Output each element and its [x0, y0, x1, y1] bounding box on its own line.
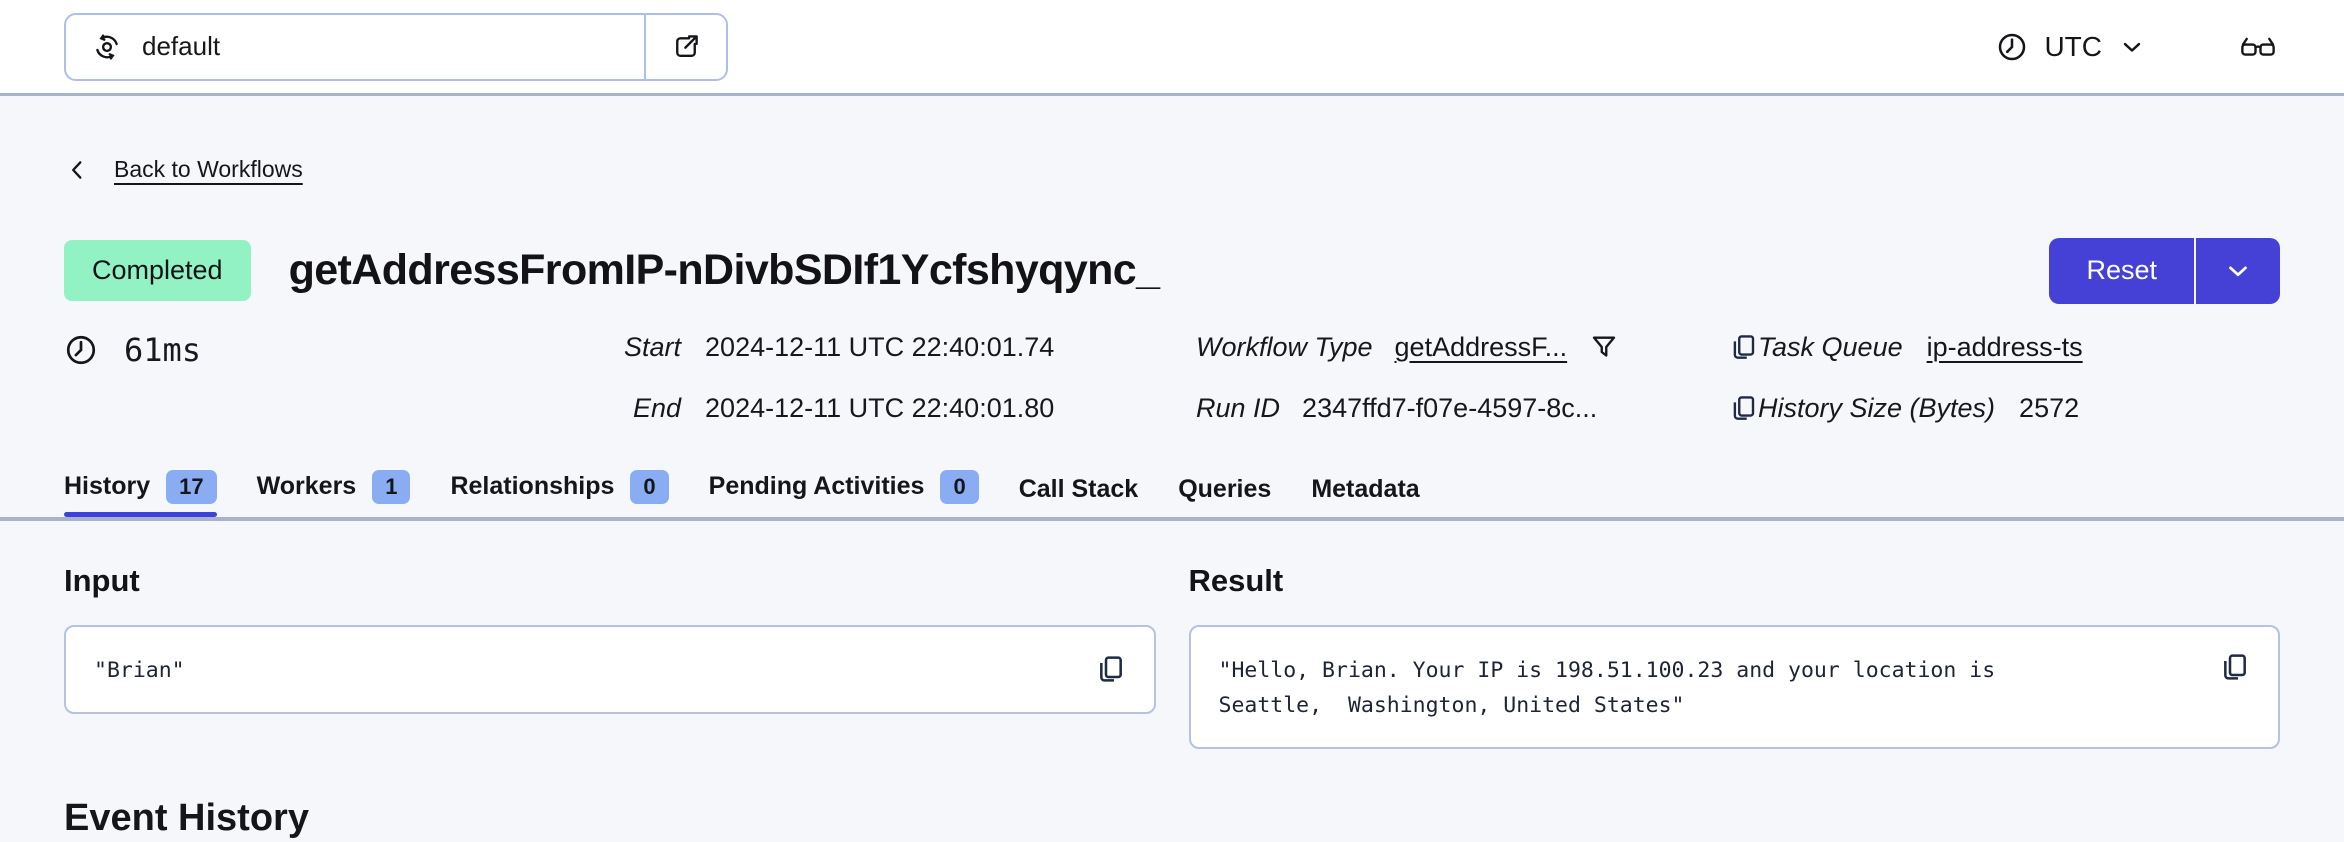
result-copy-button[interactable] — [2218, 651, 2250, 683]
timezone-selector[interactable]: UTC — [1996, 31, 2146, 63]
workflow-type-link[interactable]: getAddressF... — [1395, 332, 1568, 363]
copy-icon — [2218, 651, 2250, 683]
tab-label: Workers — [256, 472, 357, 500]
workflow-type-filter-button[interactable] — [1589, 332, 1619, 362]
input-copy-button[interactable] — [1094, 653, 1126, 685]
glasses-icon — [2238, 32, 2278, 62]
copy-icon — [1728, 393, 1758, 423]
start-value: 2024-12-11 UTC 22:40:01.74 — [705, 331, 1055, 362]
chevron-down-icon — [2118, 33, 2146, 61]
start-label: Start — [624, 331, 682, 362]
result-box: "Hello, Brian. Your IP is 198.51.100.23 … — [1188, 624, 2280, 749]
workflow-duration: 61ms — [124, 330, 202, 369]
workflow-type-label: Workflow Type — [1196, 331, 1373, 362]
tab-count-badge: 0 — [630, 469, 669, 504]
namespace-external-link-button[interactable] — [644, 14, 726, 79]
tab-count-badge: 1 — [372, 469, 411, 504]
result-heading: Result — [1188, 562, 1284, 598]
workflow-detail-page: Back to Workflows Completed getAddressFr… — [0, 156, 2344, 840]
input-heading: Input — [64, 562, 140, 598]
history-size-value: 2572 — [2019, 392, 2080, 423]
history-size-label: History Size (Bytes) — [1758, 392, 1996, 423]
reset-dropdown-button[interactable] — [2194, 237, 2280, 304]
top-bar: default UTC — [0, 0, 2344, 96]
run-id-value: 2347ffd7-f07e-4597-8c... — [1302, 392, 1598, 423]
tab-call-stack[interactable]: Call Stack — [1019, 475, 1139, 517]
result-panel: Result "Hello, Brian. Your IP is 198.51.… — [1188, 562, 2280, 749]
event-history-heading: Event History — [64, 796, 309, 839]
input-result-section: Input "Brian" Result "Hello, Brian. Your… — [64, 563, 2280, 749]
tab-pending-activities[interactable]: Pending Activities 0 — [708, 469, 979, 517]
tab-workers[interactable]: Workers 1 — [256, 469, 411, 517]
chevron-down-icon — [2223, 256, 2253, 286]
workflow-summary: 61ms Start 2024-12-11 UTC 22:40:01.74 En… — [64, 330, 2280, 424]
workflow-title: getAddressFromIP-nDivbSDIf1Ycfshyqync_ — [288, 246, 1160, 294]
input-box: "Brian" — [64, 624, 1156, 714]
run-id-label: Run ID — [1196, 392, 1281, 423]
end-value: 2024-12-11 UTC 22:40:01.80 — [705, 392, 1055, 423]
labs-mode-button[interactable] — [2238, 32, 2278, 62]
tab-count-badge: 0 — [940, 469, 979, 504]
input-panel: Input "Brian" — [64, 563, 1156, 749]
filter-icon — [1589, 332, 1619, 362]
tab-label: Pending Activities — [708, 472, 925, 500]
copy-icon — [1094, 653, 1126, 685]
tab-label: History — [64, 472, 151, 500]
top-bar-right: UTC — [1996, 31, 2278, 63]
timezone-label: UTC — [2044, 30, 2102, 62]
task-queue-label: Task Queue — [1758, 331, 1903, 362]
tab-history[interactable]: History 17 — [64, 469, 217, 517]
namespace-selector-main[interactable]: default — [66, 15, 644, 79]
chevron-left-icon — [64, 157, 90, 183]
workflow-tabs: History 17 Workers 1 Relationships 0 Pen… — [64, 469, 2280, 517]
external-link-icon — [671, 32, 701, 62]
tab-count-badge: 17 — [166, 469, 217, 504]
run-id-copy-button[interactable] — [1728, 393, 1758, 423]
namespace-icon — [92, 32, 122, 62]
clock-icon — [1996, 31, 2028, 63]
namespace-selector[interactable]: default — [64, 12, 728, 81]
reset-button[interactable]: Reset — [2049, 238, 2194, 304]
back-link-label: Back to Workflows — [114, 156, 303, 182]
tabs-divider — [0, 516, 2344, 521]
tab-label: Queries — [1178, 474, 1272, 503]
end-label: End — [632, 392, 682, 423]
result-value: "Hello, Brian. Your IP is 198.51.100.23 … — [1218, 657, 2009, 718]
copy-icon — [1728, 332, 1758, 362]
tab-label: Call Stack — [1018, 474, 1139, 503]
tab-queries[interactable]: Queries — [1178, 475, 1271, 517]
back-to-workflows-link[interactable]: Back to Workflows — [64, 156, 303, 183]
tab-relationships[interactable]: Relationships 0 — [450, 469, 669, 517]
task-queue-link[interactable]: ip-address-ts — [1927, 332, 2083, 363]
tab-label: Relationships — [450, 472, 615, 500]
input-value: "Brian" — [94, 657, 185, 683]
duration-clock-icon — [64, 333, 98, 367]
tab-label: Metadata — [1311, 474, 1420, 503]
reset-split-button: Reset — [2049, 237, 2280, 304]
tab-metadata[interactable]: Metadata — [1311, 475, 1419, 517]
workflow-type-copy-button[interactable] — [1728, 332, 1758, 362]
status-badge: Completed — [64, 240, 251, 301]
namespace-value: default — [142, 31, 221, 61]
